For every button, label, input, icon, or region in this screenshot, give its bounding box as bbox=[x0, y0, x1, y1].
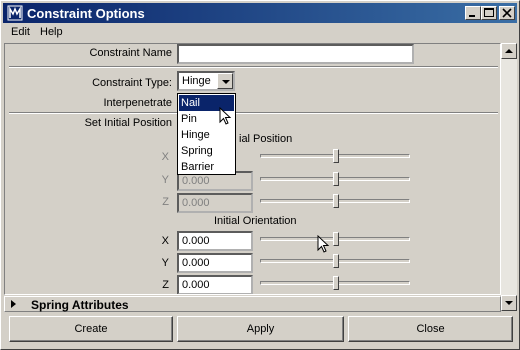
window-title: Constraint Options bbox=[27, 6, 145, 21]
minimize-icon bbox=[469, 15, 475, 17]
orientation-z-field[interactable]: 0.000 bbox=[177, 275, 253, 294]
initial-position-label: ial Position bbox=[239, 133, 293, 145]
position-y-slider-thumb[interactable] bbox=[333, 172, 339, 186]
menu-help[interactable]: Help bbox=[40, 26, 63, 38]
vertical-scrollbar[interactable] bbox=[501, 43, 517, 311]
title-bar[interactable]: Constraint Options bbox=[3, 3, 517, 23]
separator bbox=[9, 112, 498, 114]
position-z-label: Z bbox=[162, 196, 169, 208]
set-initial-position-label: Set Initial Position bbox=[84, 117, 172, 129]
close-icon bbox=[502, 8, 512, 18]
constraint-name-label: Constraint Name bbox=[89, 47, 172, 59]
menu-bar: Edit Help bbox=[3, 24, 517, 42]
separator bbox=[9, 66, 498, 68]
position-z-field[interactable]: 0.000 bbox=[177, 193, 253, 213]
scroll-up-icon[interactable] bbox=[501, 43, 517, 59]
spring-attributes-label: Spring Attributes bbox=[31, 298, 129, 312]
options-panel: Constraint Name Constraint Type: Hinge I… bbox=[4, 43, 501, 295]
orientation-z-label: Z bbox=[162, 279, 169, 291]
chevron-down-icon[interactable] bbox=[217, 73, 233, 89]
interpenetrate-label: Interpenetrate bbox=[103, 97, 173, 109]
spring-attributes-section[interactable]: Spring Attributes bbox=[4, 296, 501, 312]
expand-arrow-icon[interactable] bbox=[11, 300, 16, 308]
constraint-options-window: Constraint Options Edit Help Constraint … bbox=[0, 0, 520, 350]
position-x-label: X bbox=[161, 151, 169, 163]
option-spring[interactable]: Spring bbox=[179, 143, 234, 159]
menu-edit[interactable]: Edit bbox=[11, 26, 30, 38]
orientation-x-label: X bbox=[161, 235, 169, 247]
create-button[interactable]: Create bbox=[9, 316, 173, 342]
orientation-x-slider-thumb[interactable] bbox=[333, 232, 339, 246]
maya-app-icon bbox=[7, 5, 23, 21]
scroll-down-icon[interactable] bbox=[501, 295, 517, 311]
option-hinge[interactable]: Hinge bbox=[179, 127, 234, 143]
orientation-y-label: Y bbox=[161, 257, 169, 269]
constraint-type-value: Hinge bbox=[182, 75, 211, 87]
orientation-y-slider-thumb[interactable] bbox=[333, 254, 339, 268]
maximize-icon bbox=[484, 8, 494, 17]
apply-button[interactable]: Apply bbox=[177, 316, 344, 342]
minimize-button[interactable] bbox=[465, 6, 481, 20]
position-z-slider-thumb[interactable] bbox=[333, 194, 339, 208]
constraint-type-label: Constraint Type: bbox=[92, 77, 172, 89]
orientation-z-slider-thumb[interactable] bbox=[333, 276, 339, 290]
position-x-slider-thumb[interactable] bbox=[333, 149, 339, 163]
orientation-x-field[interactable]: 0.000 bbox=[177, 231, 253, 251]
position-y-label: Y bbox=[161, 174, 169, 186]
constraint-name-input[interactable] bbox=[177, 44, 414, 64]
option-barrier[interactable]: Barrier bbox=[179, 159, 234, 175]
orientation-y-field[interactable]: 0.000 bbox=[177, 253, 253, 273]
constraint-type-dropdown[interactable]: Hinge bbox=[177, 71, 235, 91]
mouse-cursor-icon bbox=[219, 107, 232, 125]
close-window-button[interactable] bbox=[499, 6, 515, 20]
close-button[interactable]: Close bbox=[348, 316, 513, 342]
constraint-type-options-list: Nail Pin Hinge Spring Barrier bbox=[177, 93, 236, 175]
mouse-cursor-icon bbox=[317, 235, 330, 253]
initial-orientation-label: Initial Orientation bbox=[214, 215, 297, 227]
maximize-button[interactable] bbox=[481, 6, 497, 20]
